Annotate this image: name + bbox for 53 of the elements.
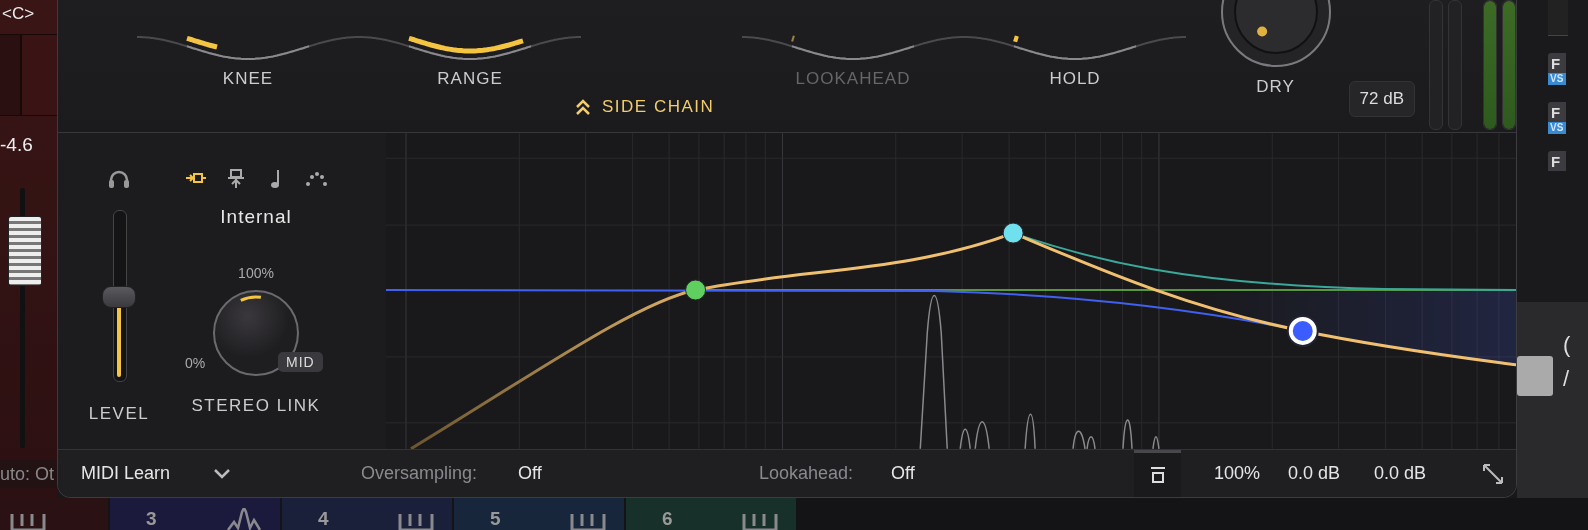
- mode-badge[interactable]: MID: [278, 352, 323, 372]
- control-label: KNEE: [222, 69, 274, 89]
- filter-node[interactable]: [1286, 314, 1319, 347]
- filter-node[interactable]: [684, 279, 706, 301]
- setting-label: Lookahead:: [759, 463, 855, 484]
- keyboard-icon: [398, 514, 434, 530]
- control-label: LOOKAHEAD: [795, 69, 911, 89]
- pin-icon[interactable]: [225, 169, 247, 189]
- format-tag: VS: [1548, 73, 1566, 85]
- panel-text: (: [1563, 332, 1572, 358]
- level-slider[interactable]: [102, 210, 136, 382]
- key-label: <C>: [1, 3, 36, 25]
- waveform-icon: [226, 508, 262, 530]
- format-tag: VS: [1548, 122, 1566, 134]
- min-label: 0%: [185, 355, 206, 371]
- keyboard-icon: [10, 514, 46, 530]
- dots-icon[interactable]: [305, 169, 327, 189]
- track-header[interactable]: 3: [110, 498, 280, 530]
- filter-graph[interactable]: [385, 133, 1516, 449]
- source-label: Internal: [220, 206, 292, 228]
- setting-value[interactable]: Off: [891, 463, 1134, 484]
- side-chain-button[interactable]: SIDE CHAIN: [572, 95, 719, 119]
- chevron-down-icon[interactable]: [213, 467, 231, 480]
- gain-value[interactable]: 0.0 dB: [1374, 463, 1481, 484]
- collapse-button[interactable]: [1134, 450, 1181, 497]
- control-label: LEVEL: [88, 404, 150, 424]
- setting-value[interactable]: Off: [518, 463, 759, 484]
- control-label: DRY: [1256, 77, 1295, 97]
- headphones-icon: [108, 169, 130, 189]
- control-label: RANGE: [437, 69, 503, 89]
- volume-readout: -4.6: [0, 133, 34, 157]
- track-header[interactable]: 5: [454, 498, 624, 530]
- track-header[interactable]: 6: [626, 498, 796, 530]
- midi-learn-menu[interactable]: MIDI Learn: [81, 463, 213, 484]
- collapse-icon: [1148, 466, 1167, 484]
- keyboard-icon: [742, 514, 778, 530]
- control-label: STEREO LINK: [191, 396, 321, 416]
- track-header[interactable]: 4: [282, 498, 452, 530]
- max-label: 100%: [238, 265, 274, 281]
- filter-node[interactable]: [1002, 222, 1024, 244]
- gain-value[interactable]: 0.0 dB: [1288, 463, 1374, 484]
- range-readout: 72 dB: [1348, 81, 1415, 117]
- plugin-badge[interactable]: F: [1548, 151, 1566, 171]
- double-chevron-icon: [576, 99, 590, 115]
- zoom-value[interactable]: 100%: [1214, 463, 1288, 484]
- keyboard-icon: [570, 514, 606, 530]
- control-label: HOLD: [1049, 69, 1101, 89]
- plugin-badge[interactable]: F: [1548, 102, 1566, 122]
- resize-icon[interactable]: [1481, 461, 1505, 486]
- setting-label: Oversampling:: [361, 463, 479, 484]
- panel-text: /: [1563, 366, 1571, 392]
- plugin-badge[interactable]: F: [1548, 53, 1566, 73]
- automation-label: uto: Ot: [0, 460, 57, 488]
